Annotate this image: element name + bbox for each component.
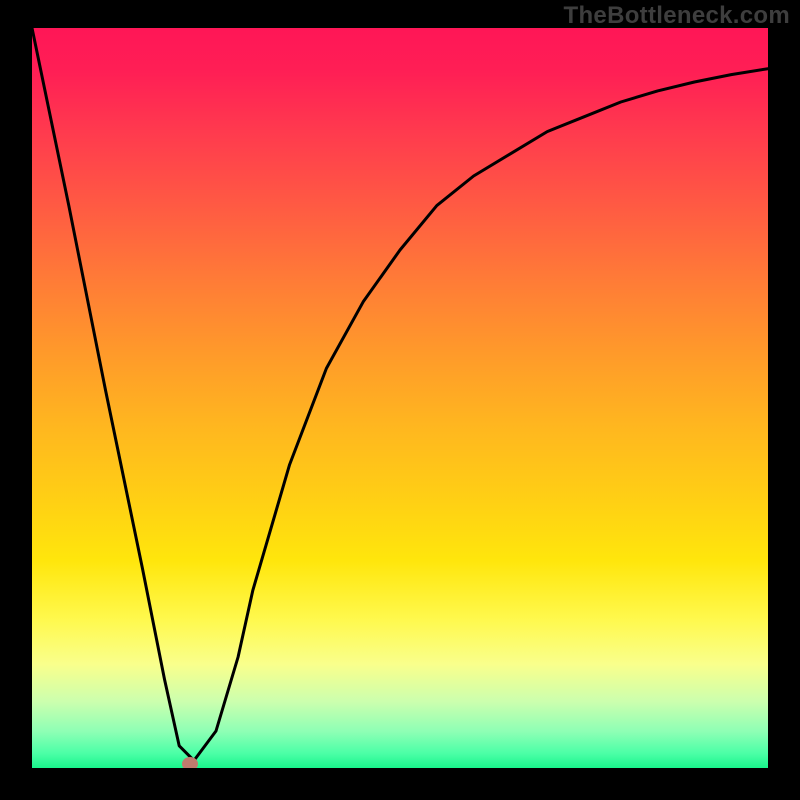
bottleneck-curve bbox=[32, 28, 768, 768]
plot-area bbox=[32, 28, 768, 768]
optimal-point-marker bbox=[182, 757, 198, 768]
chart-frame: TheBottleneck.com bbox=[0, 0, 800, 800]
watermark-text: TheBottleneck.com bbox=[564, 2, 790, 30]
